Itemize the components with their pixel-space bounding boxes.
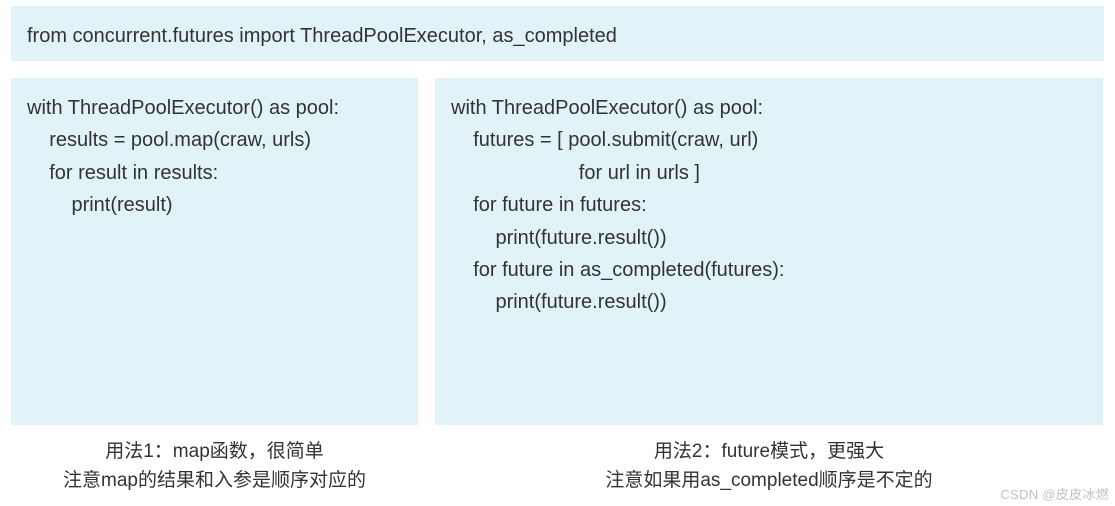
usage1-caption: 用法1：map函数，很简单 注意map的结果和入参是顺序对应的 — [11, 438, 418, 495]
import-code-box: from concurrent.futures import ThreadPoo… — [11, 6, 1104, 61]
caption-line: 注意map的结果和入参是顺序对应的 — [11, 467, 418, 496]
code-line: print(future.result()) — [451, 286, 1087, 318]
code-line: for url in urls ] — [451, 157, 1087, 189]
code-line: results = pool.map(craw, urls) — [27, 124, 402, 156]
code-line: print(future.result()) — [451, 222, 1087, 254]
usage1-code-box: with ThreadPoolExecutor() as pool: resul… — [11, 78, 418, 425]
code-line: with ThreadPoolExecutor() as pool: — [451, 92, 1087, 124]
caption-line: 用法2：future模式，更强大 — [435, 438, 1103, 467]
code-line: with ThreadPoolExecutor() as pool: — [27, 92, 402, 124]
code-line: for result in results: — [27, 157, 402, 189]
code-line: for future in futures: — [451, 189, 1087, 221]
import-line: from concurrent.futures import ThreadPoo… — [27, 20, 1088, 52]
code-line: print(result) — [27, 189, 402, 221]
code-line: for future in as_completed(futures): — [451, 254, 1087, 286]
watermark: CSDN @皮皮冰燃 — [1000, 484, 1109, 503]
code-line: futures = [ pool.submit(craw, url) — [451, 124, 1087, 156]
caption-line: 用法1：map函数，很简单 — [11, 438, 418, 467]
usage2-code-box: with ThreadPoolExecutor() as pool: futur… — [435, 78, 1103, 425]
